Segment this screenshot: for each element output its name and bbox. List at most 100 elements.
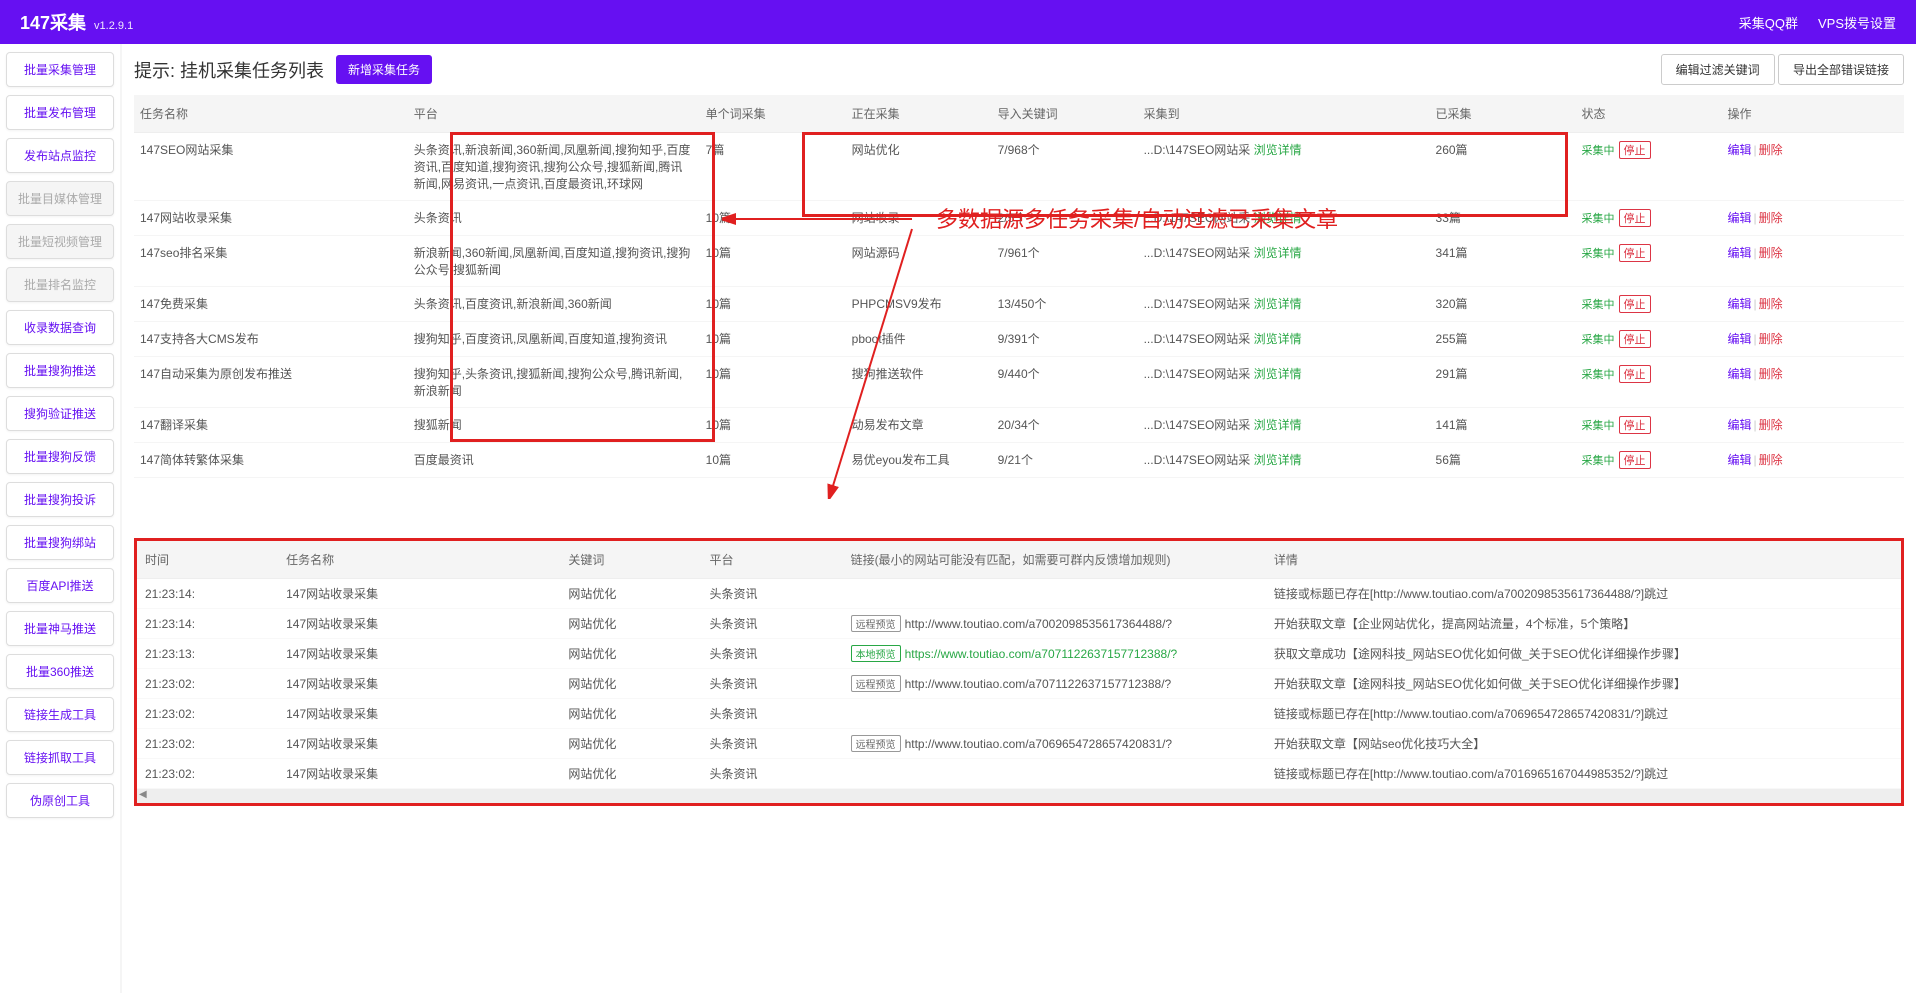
log-table: 时间 任务名称 关键词 平台 链接(最小的网站可能没有匹配，如需要可群内反馈增加…	[137, 541, 1901, 789]
edit-link[interactable]: 编辑	[1727, 246, 1751, 260]
header-link-qq[interactable]: 采集QQ群	[1739, 13, 1798, 32]
cell-status: 采集中停止	[1576, 133, 1722, 201]
sidebar-item-12[interactable]: 百度API推送	[6, 568, 114, 603]
log-th-link: 链接(最小的网站可能没有匹配，如需要可群内反馈增加规则)	[843, 541, 1266, 579]
sidebar-item-9[interactable]: 批量搜狗反馈	[6, 439, 114, 474]
delete-link[interactable]: 删除	[1759, 211, 1783, 225]
browse-detail-link[interactable]: 浏览详情	[1254, 332, 1302, 346]
cell-collecting: 网站源码	[846, 236, 992, 287]
delete-link[interactable]: 删除	[1759, 297, 1783, 311]
browse-detail-link[interactable]: 浏览详情	[1254, 246, 1302, 260]
local-preview-tag[interactable]: 本地预览	[851, 645, 901, 662]
sidebar-item-2[interactable]: 发布站点监控	[6, 138, 114, 173]
edit-link[interactable]: 编辑	[1727, 453, 1751, 467]
header-link-vps[interactable]: VPS拨号设置	[1818, 13, 1896, 32]
edit-link[interactable]: 编辑	[1727, 418, 1751, 432]
log-link: 本地预览https://www.toutiao.com/a70711226371…	[843, 639, 1266, 669]
cell-collecting: 网站优化	[846, 133, 992, 201]
cell-target: ...D:\147SEO网站采 浏览详情	[1138, 287, 1430, 322]
delete-link[interactable]: 删除	[1759, 332, 1783, 346]
remote-preview-tag[interactable]: 远程预览	[851, 615, 901, 632]
browse-detail-link[interactable]: 浏览详情	[1254, 367, 1302, 381]
sidebar-item-7[interactable]: 批量搜狗推送	[6, 353, 114, 388]
sidebar-item-14[interactable]: 批量360推送	[6, 654, 114, 689]
browse-detail-link[interactable]: 浏览详情	[1254, 297, 1302, 311]
sidebar-item-6[interactable]: 收录数据查询	[6, 310, 114, 345]
log-platform: 头条资讯	[701, 729, 842, 759]
log-keyword: 网站优化	[560, 669, 701, 699]
cell-collecting: 网站收录	[846, 201, 992, 236]
cell-name: 147免费采集	[134, 287, 408, 322]
cell-status: 采集中停止	[1576, 236, 1722, 287]
delete-link[interactable]: 删除	[1759, 143, 1783, 157]
log-row: 21:23:02:147网站收录采集网站优化头条资讯链接或标题已存在[http:…	[137, 699, 1901, 729]
cell-collecting: 易优eyou发布工具	[846, 443, 992, 478]
log-link: 远程预览http://www.toutiao.com/a706965472865…	[843, 729, 1266, 759]
log-time: 21:23:02:	[137, 699, 278, 729]
cell-single: 10篇	[700, 408, 846, 443]
cell-collected: 341篇	[1430, 236, 1576, 287]
cell-keywords: 7/968个	[992, 133, 1138, 201]
log-keyword: 网站优化	[560, 699, 701, 729]
edit-link[interactable]: 编辑	[1727, 332, 1751, 346]
delete-link[interactable]: 删除	[1759, 367, 1783, 381]
browse-detail-link[interactable]: 浏览详情	[1254, 418, 1302, 432]
cell-action: 编辑|删除	[1721, 201, 1904, 236]
stop-button[interactable]: 停止	[1619, 209, 1651, 227]
sidebar-item-13[interactable]: 批量神马推送	[6, 611, 114, 646]
stop-button[interactable]: 停止	[1619, 295, 1651, 313]
log-detail: 开始获取文章【企业网站优化，提高网站流量，4个标准，5个策略】	[1266, 609, 1901, 639]
main-content: 提示: 挂机采集任务列表 新增采集任务 编辑过滤关键词 导出全部错误链接 任务名…	[122, 44, 1916, 993]
sidebar-item-15[interactable]: 链接生成工具	[6, 697, 114, 732]
browse-detail-link[interactable]: 浏览详情	[1254, 211, 1302, 225]
cell-target: ...D:\147SEO网站采 浏览详情	[1138, 408, 1430, 443]
cell-single: 7篇	[700, 133, 846, 201]
sidebar-item-16[interactable]: 链接抓取工具	[6, 740, 114, 775]
cell-target: ...D:\147SEO网站采 浏览详情	[1138, 236, 1430, 287]
sidebar-item-17[interactable]: 伪原创工具	[6, 783, 114, 818]
log-row: 21:23:02:147网站收录采集网站优化头条资讯远程预览http://www…	[137, 669, 1901, 699]
cell-status: 采集中停止	[1576, 408, 1722, 443]
edit-link[interactable]: 编辑	[1727, 297, 1751, 311]
stop-button[interactable]: 停止	[1619, 451, 1651, 469]
log-th-detail: 详情	[1266, 541, 1901, 579]
cell-collected: 320篇	[1430, 287, 1576, 322]
remote-preview-tag[interactable]: 远程预览	[851, 735, 901, 752]
new-task-button[interactable]: 新增采集任务	[336, 55, 432, 84]
browse-detail-link[interactable]: 浏览详情	[1254, 143, 1302, 157]
edit-link[interactable]: 编辑	[1727, 211, 1751, 225]
export-errors-button[interactable]: 导出全部错误链接	[1778, 54, 1904, 85]
browse-detail-link[interactable]: 浏览详情	[1254, 453, 1302, 467]
sidebar-item-11[interactable]: 批量搜狗绑站	[6, 525, 114, 560]
horizontal-scrollbar[interactable]	[137, 789, 1901, 803]
cell-target: ...D:\147SEO网站采 浏览详情	[1138, 443, 1430, 478]
cell-keywords: 7/961个	[992, 236, 1138, 287]
edit-link[interactable]: 编辑	[1727, 143, 1751, 157]
cell-single: 10篇	[700, 443, 846, 478]
sidebar-item-1[interactable]: 批量发布管理	[6, 95, 114, 130]
sidebar-item-10[interactable]: 批量搜狗投诉	[6, 482, 114, 517]
log-keyword: 网站优化	[560, 609, 701, 639]
stop-button[interactable]: 停止	[1619, 330, 1651, 348]
delete-link[interactable]: 删除	[1759, 453, 1783, 467]
cell-target: ...D:\147SEO网站采 浏览详情	[1138, 322, 1430, 357]
remote-preview-tag[interactable]: 远程预览	[851, 675, 901, 692]
stop-button[interactable]: 停止	[1619, 244, 1651, 262]
log-time: 21:23:13:	[137, 639, 278, 669]
status-badge: 采集中	[1582, 334, 1615, 346]
cell-target: ...D:\147SEO网站采 浏览详情	[1138, 133, 1430, 201]
sidebar-item-8[interactable]: 搜狗验证推送	[6, 396, 114, 431]
delete-link[interactable]: 删除	[1759, 246, 1783, 260]
filter-keywords-button[interactable]: 编辑过滤关键词	[1661, 54, 1775, 85]
page-title: 提示: 挂机采集任务列表	[134, 57, 324, 83]
delete-link[interactable]: 删除	[1759, 418, 1783, 432]
stop-button[interactable]: 停止	[1619, 365, 1651, 383]
cell-name: 147SEO网站采集	[134, 133, 408, 201]
task-row: 147网站收录采集头条资讯10篇网站收录2/5个...D:\147SEO网站采 …	[134, 201, 1904, 236]
stop-button[interactable]: 停止	[1619, 416, 1651, 434]
edit-link[interactable]: 编辑	[1727, 367, 1751, 381]
sidebar-item-0[interactable]: 批量采集管理	[6, 52, 114, 87]
cell-platform: 搜狗知乎,百度资讯,凤凰新闻,百度知道,搜狗资讯	[408, 322, 700, 357]
stop-button[interactable]: 停止	[1619, 141, 1651, 159]
task-row: 147SEO网站采集头条资讯,新浪新闻,360新闻,凤凰新闻,搜狗知乎,百度资讯…	[134, 133, 1904, 201]
